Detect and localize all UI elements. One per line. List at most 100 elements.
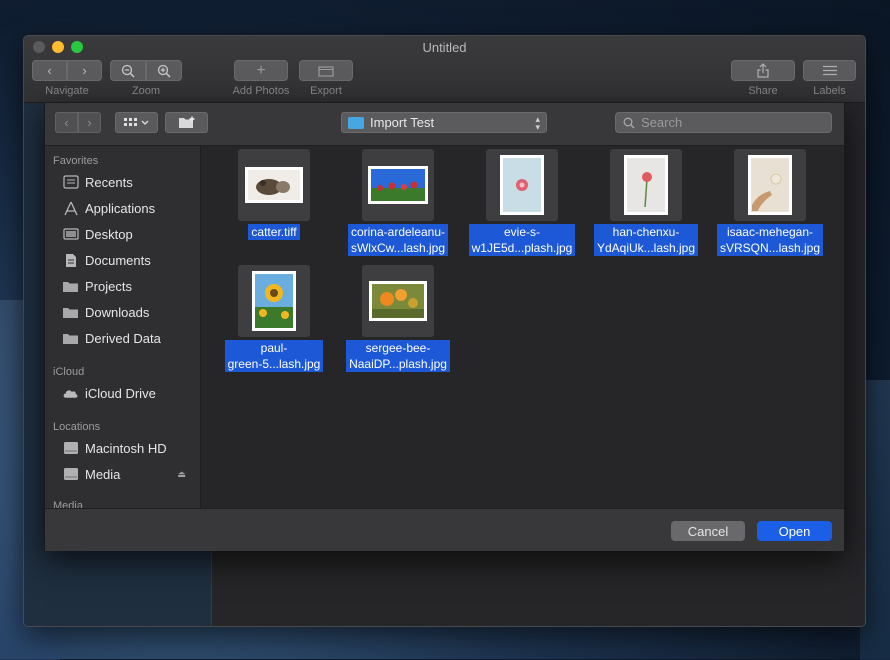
file-thumbnail xyxy=(734,149,806,221)
zoom-control xyxy=(110,60,182,81)
sidebar-item-desktop[interactable]: Desktop xyxy=(62,223,200,245)
sidebar-item-label: Projects xyxy=(85,278,132,294)
sidebar-item-derived-data[interactable]: Derived Data xyxy=(62,327,200,349)
location-popup[interactable]: Import Test ▴ ▾ xyxy=(341,112,547,133)
location-label: Import Test xyxy=(370,115,435,130)
folder-icon xyxy=(62,331,79,345)
navigate-label: Navigate xyxy=(45,85,89,97)
list-icon xyxy=(822,65,837,76)
zoom-out-button[interactable] xyxy=(110,60,146,81)
documents-icon xyxy=(62,253,79,267)
sidebar-item-label: Applications xyxy=(85,200,156,216)
dialog-navigation: ‹ › xyxy=(55,112,101,133)
file-name: han-chenxu- YdAqiUk...lash.jpg xyxy=(593,224,699,256)
navigate-control: ‹ › xyxy=(32,60,102,81)
sidebar-item-media[interactable]: Media ⏏ xyxy=(62,463,200,485)
search-icon xyxy=(623,117,635,128)
sidebar-item-downloads[interactable]: Downloads xyxy=(62,301,200,323)
sidebar-item-label: Downloads xyxy=(85,304,150,320)
disk-icon xyxy=(62,467,79,481)
search-field[interactable] xyxy=(615,112,832,133)
file-item[interactable]: han-chenxu- YdAqiUk...lash.jpg xyxy=(581,149,711,256)
open-button[interactable]: Open xyxy=(757,521,832,541)
sidebar-item-recents[interactable]: Recents xyxy=(62,171,200,193)
open-dialog: ‹ › Import Test ▴▾ Favorites Recents Ap xyxy=(44,102,845,551)
file-browser: catter.tiff corina-ardeleanu-sWlxCw...la… xyxy=(201,146,844,508)
share-button[interactable] xyxy=(731,60,795,81)
zoom-out-icon xyxy=(121,64,135,78)
file-name: corina-ardeleanu-sWlxCw...lash.jpg xyxy=(347,224,449,256)
favorites-heading: Favorites xyxy=(53,155,99,167)
back-button[interactable]: ‹ xyxy=(32,60,67,81)
file-item[interactable]: isaac-mehegan-sVRSQN...lash.jpg xyxy=(705,149,835,256)
file-name: evie-s-w1JE5d...plash.jpg xyxy=(468,224,576,256)
file-name: sergee-bee- NaaiDP...plash.jpg xyxy=(346,340,450,372)
chevron-right-icon: › xyxy=(87,115,92,130)
sidebar-item-label: iCloud Drive xyxy=(85,385,156,401)
sidebar-item-label: Documents xyxy=(85,252,151,268)
cloud-icon xyxy=(62,386,79,400)
icloud-heading: iCloud xyxy=(53,366,85,378)
chevron-left-icon: ‹ xyxy=(64,115,69,130)
sidebar-item-label: Derived Data xyxy=(85,330,161,346)
file-thumbnail xyxy=(238,265,310,337)
labels-label: Labels xyxy=(813,85,846,97)
updown-chevron-icon: ▴ ▾ xyxy=(535,113,540,132)
file-item[interactable]: corina-ardeleanu-sWlxCw...lash.jpg xyxy=(333,149,463,256)
sidebar-item-label: Macintosh HD xyxy=(85,440,167,456)
export-label: Export xyxy=(310,85,342,97)
dialog-footer: Cancel Open xyxy=(45,508,844,551)
zoom-label: Zoom xyxy=(131,85,161,97)
file-item[interactable]: paul-green-5...lash.jpg xyxy=(209,265,339,372)
sidebar-item-icloud-drive[interactable]: iCloud Drive xyxy=(62,382,200,404)
locations-heading: Locations xyxy=(53,421,101,433)
sidebar-item-label: Media xyxy=(85,466,121,482)
sidebar-item-macintosh-hd[interactable]: Macintosh HD xyxy=(62,437,200,459)
sidebar-item-label: Recents xyxy=(85,174,133,190)
folder-icon xyxy=(348,116,364,129)
new-folder-button[interactable] xyxy=(165,112,208,133)
file-thumbnail xyxy=(362,265,434,337)
zoom-in-icon xyxy=(157,64,171,78)
plus-icon: + xyxy=(256,61,266,79)
add-photos-label: Add Photos xyxy=(232,85,290,97)
chevron-down-icon xyxy=(141,120,149,125)
file-item[interactable]: catter.tiff xyxy=(209,149,339,240)
eject-icon[interactable]: ⏏ xyxy=(177,469,186,480)
search-input[interactable] xyxy=(641,115,811,130)
folder-icon xyxy=(62,305,79,319)
sidebar-item-projects[interactable]: Projects xyxy=(62,275,200,297)
disk-icon xyxy=(62,441,79,455)
view-mode-button[interactable] xyxy=(115,112,158,133)
dialog-sidebar: Favorites Recents Applications Desktop D… xyxy=(45,146,201,508)
file-name: paul-green-5...lash.jpg xyxy=(224,340,324,372)
file-name: isaac-mehegan-sVRSQN...lash.jpg xyxy=(716,224,824,256)
share-icon xyxy=(757,63,769,78)
dialog-toolbar: ‹ › Import Test ▴ ▾ xyxy=(45,103,844,146)
dialog-forward-button[interactable]: › xyxy=(78,112,101,133)
sidebar-item-applications[interactable]: Applications xyxy=(62,197,200,219)
file-item[interactable]: sergee-bee- NaaiDP...plash.jpg xyxy=(333,265,463,372)
folder-icon xyxy=(62,279,79,293)
add-photos-button[interactable]: + xyxy=(234,60,288,81)
dialog-back-button[interactable]: ‹ xyxy=(55,112,78,133)
icon-grid-icon xyxy=(124,118,137,126)
export-icon xyxy=(318,65,334,77)
file-thumbnail xyxy=(610,149,682,221)
file-name: catter.tiff xyxy=(248,224,300,240)
file-thumbnail xyxy=(362,149,434,221)
zoom-in-button[interactable] xyxy=(146,60,182,81)
sidebar-item-documents[interactable]: Documents xyxy=(62,249,200,271)
labels-button[interactable] xyxy=(803,60,856,81)
chevron-left-icon: ‹ xyxy=(47,63,52,78)
forward-button[interactable]: › xyxy=(67,60,102,81)
new-folder-icon xyxy=(178,116,194,128)
cancel-button[interactable]: Cancel xyxy=(671,521,745,541)
file-thumbnail xyxy=(486,149,558,221)
export-button[interactable] xyxy=(299,60,353,81)
file-item[interactable]: evie-s-w1JE5d...plash.jpg xyxy=(457,149,587,256)
chevron-right-icon: › xyxy=(82,63,87,78)
sidebar-item-label: Desktop xyxy=(85,226,133,242)
share-label: Share xyxy=(748,85,778,97)
recents-icon xyxy=(62,175,79,189)
